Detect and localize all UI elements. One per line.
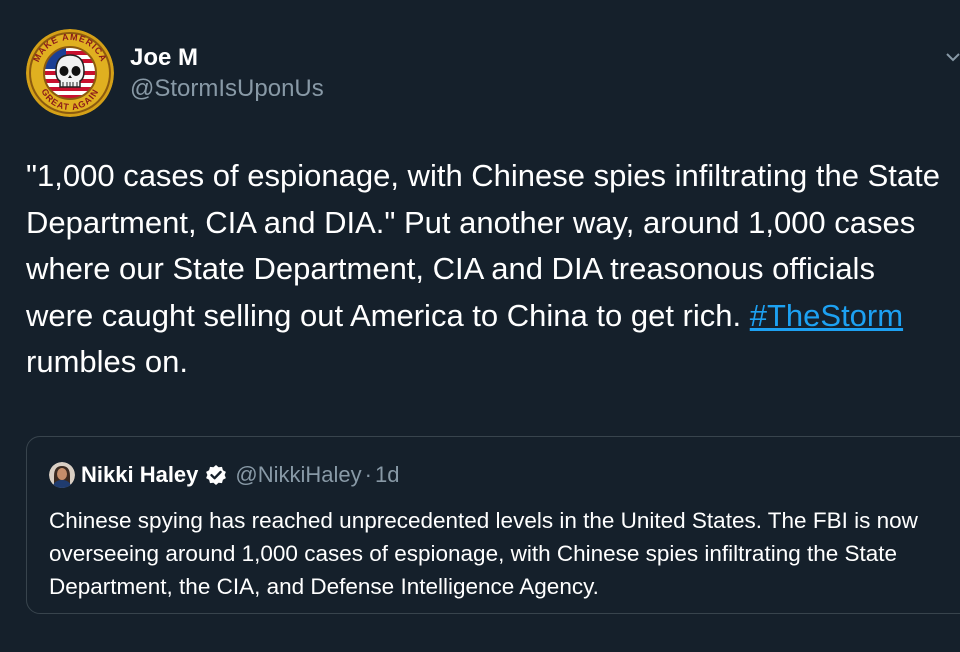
quoted-author-avatar[interactable] <box>49 462 75 488</box>
hashtag-link[interactable]: #TheStorm <box>750 298 903 333</box>
quoted-tweet-timestamp[interactable]: 1d <box>375 462 399 488</box>
verified-badge-icon <box>206 465 227 485</box>
tweet-text-end: rumbles on. <box>26 344 188 379</box>
quoted-author-handle[interactable]: @NikkiHaley <box>235 462 361 488</box>
quoted-tweet-card[interactable]: Nikki Haley @NikkiHaley · 1d Chinese spy… <box>26 436 960 614</box>
quoted-tweet-header: Nikki Haley @NikkiHaley · 1d <box>49 461 399 489</box>
quoted-tweet-text: Chinese spying has reached unprecedented… <box>49 508 918 599</box>
profile-photo-icon <box>49 462 75 488</box>
author-display-name[interactable]: Joe M <box>130 44 324 72</box>
tweet: MAKE AMERICA GREAT AGAIN Joe M @StormIsU… <box>0 0 960 652</box>
author-avatar[interactable]: MAKE AMERICA GREAT AGAIN <box>26 29 114 117</box>
separator-dot: · <box>364 462 372 487</box>
chevron-down-icon[interactable] <box>944 50 960 64</box>
tweet-text: "1,000 cases of espionage, with Chinese … <box>26 153 946 386</box>
author-handle[interactable]: @StormIsUponUs <box>130 74 324 104</box>
maga-skull-logo-icon: MAKE AMERICA GREAT AGAIN <box>26 29 114 117</box>
tweet-author[interactable]: Joe M @StormIsUponUs <box>130 44 324 104</box>
quoted-author-name[interactable]: Nikki Haley <box>81 462 198 488</box>
